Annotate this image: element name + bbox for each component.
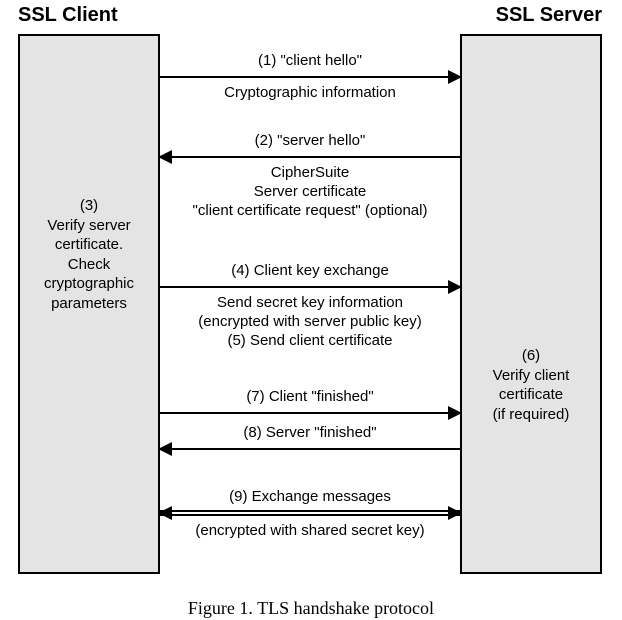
arrow-server-finished (160, 442, 460, 456)
arrow-key-exchange (160, 280, 460, 294)
msg2-label: (2) "server hello" (160, 132, 460, 151)
msg4-sublabel: Send secret key information (encrypted w… (160, 294, 460, 350)
arrow-client-hello (160, 70, 460, 84)
client-header: SSL Client (18, 4, 118, 27)
server-lifeline: (6) Verify client certificate (if requir… (460, 34, 602, 574)
msg4-label: (4) Client key exchange (160, 262, 460, 281)
msg9-sublabel: (encrypted with shared secret key) (160, 522, 460, 541)
client-lifeline: (3) Verify server certificate. Check cry… (18, 34, 160, 574)
server-note-step6: (6) Verify client certificate (if requir… (462, 346, 600, 424)
arrow-client-finished (160, 406, 460, 420)
arrow-exchange-messages (160, 506, 460, 520)
msg9-label: (9) Exchange messages (160, 488, 460, 507)
msg2-sublabel: CipherSuite Server certificate "client c… (160, 164, 460, 220)
server-header: SSL Server (496, 4, 602, 27)
tls-handshake-diagram: SSL Client SSL Server (3) Verify server … (0, 0, 622, 620)
msg1-label: (1) "client hello" (160, 52, 460, 71)
client-note-step3: (3) Verify server certificate. Check cry… (20, 196, 158, 313)
arrow-server-hello (160, 150, 460, 164)
msg7-label: (7) Client "finished" (160, 388, 460, 407)
figure-caption: Figure 1. TLS handshake protocol (0, 598, 622, 619)
msg1-sublabel: Cryptographic information (160, 84, 460, 103)
msg8-label: (8) Server "finished" (160, 424, 460, 443)
